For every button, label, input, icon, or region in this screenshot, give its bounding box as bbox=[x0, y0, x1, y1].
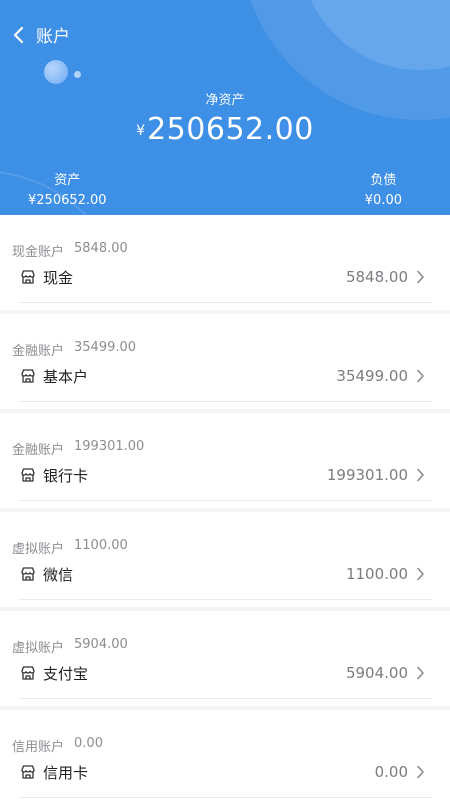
group-name: 现金账户 bbox=[12, 245, 65, 260]
account-group: 虚拟账户 1100.00 微信 1100.00 bbox=[0, 512, 450, 607]
decor-bubble bbox=[44, 60, 68, 84]
debts-value: ¥0.00 bbox=[364, 193, 402, 208]
group-total: 5848.00 bbox=[74, 241, 128, 256]
group-total: 199301.00 bbox=[74, 439, 145, 454]
chevron-right-icon bbox=[416, 566, 428, 582]
divider bbox=[18, 401, 432, 402]
chevron-right-icon bbox=[416, 665, 428, 681]
group-name: 虚拟账户 bbox=[12, 542, 65, 557]
account-group: 现金账户 5848.00 现金 5848.00 bbox=[0, 215, 450, 310]
account-name: 支付宝 bbox=[43, 664, 89, 683]
group-name: 金融账户 bbox=[12, 344, 65, 359]
account-row-alipay[interactable]: 支付宝 5904.00 bbox=[0, 659, 450, 687]
account-group: 虚拟账户 5904.00 支付宝 5904.00 bbox=[0, 611, 450, 706]
group-name: 虚拟账户 bbox=[12, 641, 65, 656]
account-row-bank-card[interactable]: 银行卡 199301.00 bbox=[0, 461, 450, 489]
wallet-icon bbox=[20, 566, 36, 582]
account-row-basic[interactable]: 基本户 35499.00 bbox=[0, 362, 450, 390]
wallet-icon bbox=[20, 269, 36, 285]
wallet-icon bbox=[20, 467, 36, 483]
assets-value: ¥250652.00 bbox=[28, 193, 107, 208]
assets-summary: 资产 ¥250652.00 bbox=[28, 169, 107, 208]
account-row-cash[interactable]: 现金 5848.00 bbox=[0, 263, 450, 291]
decor-bubble-small bbox=[74, 71, 81, 78]
assets-label: 资产 bbox=[54, 173, 81, 188]
account-name: 现金 bbox=[43, 268, 74, 287]
page-title: 账户 bbox=[36, 27, 70, 47]
account-row-credit-card[interactable]: 信用卡 0.00 bbox=[0, 758, 450, 786]
chevron-right-icon bbox=[416, 368, 428, 384]
account-list: 现金账户 5848.00 现金 5848.00 金融账户 35499.00 基本… bbox=[0, 215, 450, 800]
chevron-right-icon bbox=[416, 764, 428, 780]
wallet-icon bbox=[20, 764, 36, 780]
net-assets-value: ¥250652.00 bbox=[0, 112, 450, 147]
account-group: 金融账户 199301.00 银行卡 199301.00 bbox=[0, 413, 450, 508]
divider bbox=[18, 797, 432, 798]
currency-symbol: ¥ bbox=[136, 123, 146, 139]
account-header: 账户 净资产 ¥250652.00 资产 ¥250652.00 负债 ¥0.00 bbox=[0, 0, 450, 215]
debts-label: 负债 bbox=[370, 173, 397, 188]
net-assets-number: 250652.00 bbox=[147, 112, 314, 147]
account-group: 金融账户 35499.00 基本户 35499.00 bbox=[0, 314, 450, 409]
divider bbox=[18, 599, 432, 600]
debts-summary: 负债 ¥0.00 bbox=[365, 169, 402, 208]
wallet-icon bbox=[20, 665, 36, 681]
group-total: 0.00 bbox=[74, 736, 103, 751]
top-bar: 账户 bbox=[12, 22, 70, 47]
account-amount: 1100.00 bbox=[345, 565, 408, 583]
account-amount: 35499.00 bbox=[336, 367, 408, 385]
group-name: 金融账户 bbox=[12, 443, 65, 458]
divider bbox=[18, 698, 432, 699]
wallet-icon bbox=[20, 368, 36, 384]
account-amount: 0.00 bbox=[374, 763, 408, 781]
account-name: 微信 bbox=[43, 565, 74, 584]
group-total: 1100.00 bbox=[74, 538, 128, 553]
account-name: 信用卡 bbox=[43, 763, 89, 782]
net-assets-label: 净资产 bbox=[205, 93, 245, 108]
group-total: 5904.00 bbox=[74, 637, 128, 652]
account-row-wechat[interactable]: 微信 1100.00 bbox=[0, 560, 450, 588]
divider bbox=[18, 302, 432, 303]
account-amount: 5848.00 bbox=[345, 268, 408, 286]
account-group: 信用账户 0.00 信用卡 0.00 bbox=[0, 710, 450, 800]
account-amount: 199301.00 bbox=[326, 466, 408, 484]
chevron-right-icon bbox=[416, 467, 428, 483]
chevron-right-icon bbox=[416, 269, 428, 285]
account-amount: 5904.00 bbox=[345, 664, 408, 682]
account-name: 银行卡 bbox=[43, 466, 89, 485]
group-name: 信用账户 bbox=[12, 740, 65, 755]
account-name: 基本户 bbox=[43, 367, 89, 386]
back-arrow-icon[interactable] bbox=[12, 23, 32, 47]
divider bbox=[18, 500, 432, 501]
group-total: 35499.00 bbox=[74, 340, 137, 355]
